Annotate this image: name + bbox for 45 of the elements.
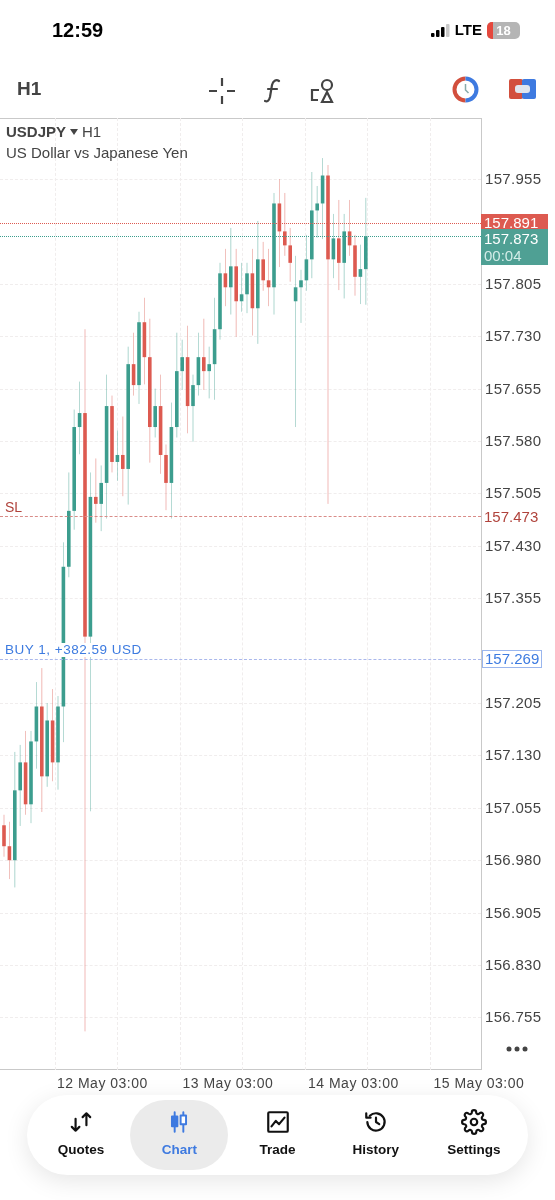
dropdown-icon[interactable] xyxy=(70,129,79,136)
price-axis-label: 157.955 xyxy=(485,171,542,186)
symbol-description: US Dollar vs Japanese Yen xyxy=(6,143,188,163)
battery-icon: 18 xyxy=(487,21,520,39)
settings-icon xyxy=(460,1109,487,1136)
price-axis-label: 157.655 xyxy=(485,380,542,396)
bid-price: 157.873 xyxy=(484,230,540,247)
price-axis-label: 157.055 xyxy=(485,799,542,815)
tab[interactable]: Settings xyxy=(424,1100,523,1170)
chart-timeframe: H1 xyxy=(82,122,102,142)
tab[interactable]: Quotes xyxy=(32,1100,131,1170)
tab[interactable]: Trade xyxy=(228,1100,327,1170)
price-axis-label: 157.205 xyxy=(485,695,542,710)
stop-loss-tag: SL xyxy=(5,500,23,514)
time-axis-label: 15 May 03:00 xyxy=(433,1074,525,1093)
price-axis-label: 157.730 xyxy=(485,328,542,344)
price-axis-label: 157.130 xyxy=(485,747,542,763)
one-click-trading-icon[interactable] xyxy=(509,78,536,100)
signal-icon xyxy=(430,23,450,37)
crosshair-icon[interactable] xyxy=(208,77,236,105)
more-icon[interactable] xyxy=(506,1046,528,1052)
symbol-name[interactable]: USDJPY xyxy=(6,121,67,144)
price-axis-label: 156.980 xyxy=(485,852,542,868)
position-price: 157.269 xyxy=(482,650,543,668)
line-chart-icon xyxy=(264,1109,291,1136)
price-axis-label: 157.430 xyxy=(485,537,542,553)
price-axis-label: 156.755 xyxy=(485,1009,542,1025)
time-axis-label: 12 May 03:00 xyxy=(57,1074,148,1093)
time-axis-label: 13 May 03:00 xyxy=(182,1074,274,1093)
timeframe-button[interactable]: H1 xyxy=(17,74,42,104)
price-axis-label: 157.805 xyxy=(485,275,542,291)
bar-timer: 00:04 xyxy=(484,247,523,264)
tab[interactable]: History xyxy=(326,1100,425,1170)
time-axis-label: 14 May 03:00 xyxy=(308,1074,399,1093)
status-time: 12:59 xyxy=(52,18,104,43)
position-tag: BUY 1, +382.59 USD xyxy=(5,643,142,657)
price-axis-label: 157.355 xyxy=(485,590,542,606)
price-axis-label: 156.830 xyxy=(485,957,542,972)
network-type: LTE xyxy=(454,19,482,40)
price-axis-label: 156.905 xyxy=(485,904,542,920)
price-axis-label: 157.580 xyxy=(485,433,542,448)
price-axis-label: 157.505 xyxy=(485,485,542,501)
clock-icon[interactable] xyxy=(452,75,479,103)
stop-loss-price: 157.473 xyxy=(484,509,539,524)
function-icon[interactable] xyxy=(264,78,282,104)
